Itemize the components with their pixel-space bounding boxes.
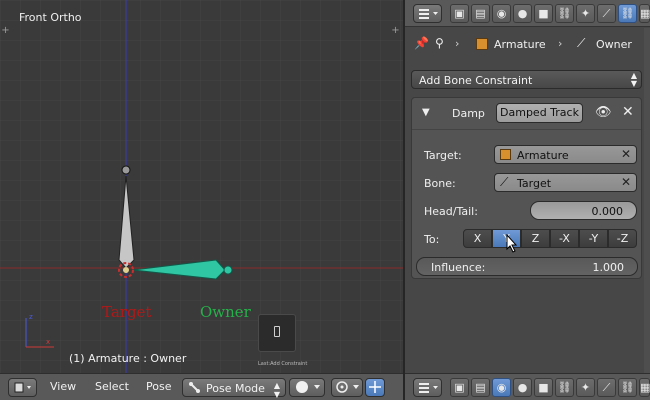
bone-field[interactable]: ⟋ Target ✕ — [494, 173, 637, 192]
cube-icon — [14, 382, 31, 393]
clear-icon[interactable]: ✕ — [621, 175, 631, 189]
view-title: Front Ortho — [19, 11, 82, 24]
select-menu[interactable]: Select — [95, 380, 129, 393]
tab-modifiers[interactable]: ✦ — [576, 4, 595, 23]
view-menu[interactable]: View — [50, 380, 76, 393]
armature-icon — [500, 149, 511, 160]
axis-x-button[interactable]: X — [463, 229, 492, 248]
tab-render-layers[interactable]: ▤ — [471, 4, 490, 23]
bone-value: Target — [517, 177, 552, 190]
damped-track-constraint-panel: ▼ Damp Damped Track 👁 ✕ Target: Armature… — [411, 97, 642, 279]
mode-label: Pose Mode — [206, 382, 265, 395]
pivot-point-button[interactable] — [331, 378, 363, 397]
axis-neg-z-button[interactable]: -Z — [608, 229, 637, 248]
target-field[interactable]: Armature ✕ — [494, 145, 637, 164]
viewport-header: View Select Pose Pose Mode ▲ ▼ — [0, 373, 403, 400]
editor-type-button[interactable] — [8, 378, 37, 397]
editor-type-button[interactable] — [413, 4, 442, 23]
properties-editor: ▣ ▤ ◉ ● ■ ⛓ ✦ ⟋ ⛓ ▦ 📌 ⚲ › Armature › ⟋ O… — [405, 0, 650, 373]
target-bone-label: Target — [102, 303, 152, 321]
tab-material[interactable]: ▦ — [639, 378, 650, 397]
mouse-cursor-icon — [506, 234, 518, 253]
tab-modifiers[interactable]: ✦ — [576, 378, 595, 397]
tab-scene[interactable]: ◉ — [492, 378, 511, 397]
tab-scene[interactable]: ◉ — [492, 4, 511, 23]
properties-icon — [419, 9, 438, 19]
owner-bone-label: Owner — [200, 303, 251, 321]
copy-icon — [274, 326, 280, 337]
last-operator-note: Last:Add Constraint — [258, 361, 308, 367]
to-label: To: — [424, 233, 440, 246]
clear-icon[interactable]: ✕ — [621, 147, 631, 161]
constraint-name[interactable]: Damp — [452, 107, 485, 120]
tab-constraints[interactable]: ⛓ — [555, 378, 574, 397]
add-region-icon[interactable]: + — [391, 26, 400, 36]
tab-material[interactable]: ▦ — [639, 4, 650, 23]
scrollbar-track[interactable] — [644, 28, 650, 373]
influence-slider[interactable]: Influence: 1.000 — [416, 257, 638, 276]
axis-neg-x-button[interactable]: -X — [550, 229, 579, 248]
target-label: Target: — [424, 149, 462, 162]
chevron-right-icon: › — [455, 37, 460, 50]
tab-object[interactable]: ■ — [534, 378, 553, 397]
axis-neg-y-button[interactable]: -Y — [579, 229, 608, 248]
axis-z-button[interactable]: Z — [521, 229, 550, 248]
tab-bone[interactable]: ⟋ — [597, 378, 616, 397]
constraint-header: ▼ Damp Damped Track 👁 ✕ — [412, 98, 641, 130]
tab-bone-constraints[interactable]: ⛓ — [618, 4, 637, 23]
pin-icon[interactable]: 📌 — [414, 36, 429, 50]
3d-viewport[interactable]: z x Front Ortho + + Target Owner Last:Ad… — [0, 0, 403, 373]
target-value: Armature — [517, 149, 569, 162]
armature-icon — [476, 38, 488, 50]
constraint-type-field[interactable]: Damped Track — [496, 103, 583, 123]
object-status: (1) Armature : Owner — [69, 352, 187, 365]
mode-select[interactable]: Pose Mode ▲ ▼ — [182, 378, 286, 399]
manipulator-toggle[interactable] — [365, 378, 385, 397]
last-operator-panel[interactable] — [258, 314, 296, 352]
manipulator-icon — [369, 381, 381, 393]
tab-render[interactable]: ▣ — [450, 4, 469, 23]
bone-label: Bone: — [424, 177, 456, 190]
chevron-right-icon: › — [558, 37, 563, 50]
editor-type-button[interactable] — [413, 378, 442, 397]
svg-text:x: x — [46, 338, 50, 346]
headtail-value: 0.000 — [591, 205, 624, 218]
properties-icon — [419, 383, 438, 393]
add-bone-constraint-dropdown[interactable]: Add Bone Constraint ▲ ▼ — [411, 70, 642, 89]
pivot-icon — [336, 381, 359, 393]
influence-value: 1.000 — [592, 261, 625, 274]
tab-bone-constraints[interactable]: ⛓ — [618, 378, 637, 397]
bone-icon — [189, 382, 200, 393]
pose-menu[interactable]: Pose — [146, 380, 171, 393]
shading-icon — [296, 381, 320, 393]
close-icon[interactable]: ✕ — [622, 104, 634, 120]
viewport-shading-button[interactable] — [289, 378, 325, 397]
bone-icon: ⟋ — [500, 175, 509, 189]
collapse-triangle-icon[interactable]: ▼ — [422, 107, 430, 118]
headtail-label: Head/Tail: — [424, 205, 478, 218]
breadcrumb-owner: Owner — [596, 38, 632, 51]
tab-constraints[interactable]: ⛓ — [555, 4, 574, 23]
add-region-icon[interactable]: + — [1, 26, 10, 36]
influence-label: Influence: — [431, 261, 486, 274]
breadcrumb: 📌 ⚲ › Armature › ⟋ Owner — [405, 30, 650, 60]
bone-icon: ⟋ — [577, 36, 586, 50]
tab-render-layers[interactable]: ▤ — [471, 378, 490, 397]
properties-footer-header: ▣ ▤ ◉ ● ■ ⛓ ✦ ⟋ ⛓ ▦ — [405, 373, 650, 400]
tab-bone[interactable]: ⟋ — [597, 4, 616, 23]
breadcrumb-armature: Armature — [494, 38, 546, 51]
add-constraint-label: Add Bone Constraint — [419, 74, 533, 87]
tab-render[interactable]: ▣ — [450, 378, 469, 397]
eye-icon[interactable]: 👁 — [595, 105, 612, 120]
tab-world[interactable]: ● — [513, 378, 532, 397]
headtail-slider[interactable]: 0.000 — [530, 201, 637, 220]
tab-object[interactable]: ■ — [534, 4, 553, 23]
bone-icon: ⚲ — [435, 36, 444, 50]
properties-tabs: ▣ ▤ ◉ ● ■ ⛓ ✦ ⟋ ⛓ ▦ — [405, 0, 650, 27]
chevron-updown-icon: ▲ ▼ — [630, 71, 637, 88]
tab-world[interactable]: ● — [513, 4, 532, 23]
svg-text:z: z — [29, 313, 33, 321]
chevron-down-icon: ▲ ▼ — [273, 381, 280, 399]
